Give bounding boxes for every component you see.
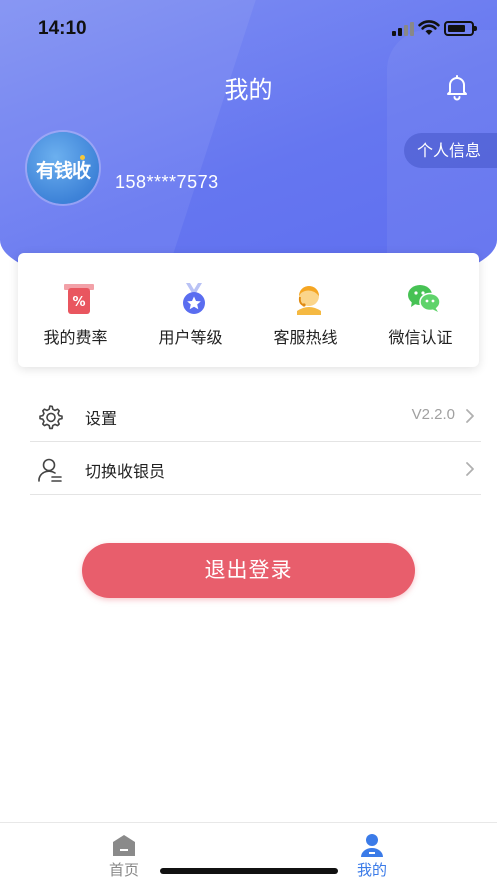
tab-mine[interactable]: 我的 — [312, 823, 432, 883]
quick-action-label: 用户等级 — [158, 328, 223, 347]
home-indicator — [160, 868, 338, 874]
avatar[interactable]: 有钱收 — [27, 132, 99, 204]
status-time: 14:10 — [38, 18, 87, 39]
medal-icon — [183, 283, 205, 314]
quick-action-label: 微信认证 — [388, 328, 453, 347]
menu-item-label: 设置 — [85, 409, 118, 428]
quick-action-level[interactable]: 用户等级 — [133, 253, 248, 367]
quick-action-rate[interactable]: % 我的费率 — [18, 253, 133, 367]
tab-home[interactable]: 首页 — [64, 823, 184, 883]
app-version: V2.2.0 — [411, 406, 455, 423]
menu-item-switch-cashier[interactable]: 切换收银员 — [30, 442, 481, 495]
wifi-icon — [418, 20, 440, 35]
quick-action-wechat[interactable]: 微信认证 — [363, 253, 478, 367]
gear-icon — [39, 405, 63, 430]
menu-item-label: 切换收银员 — [85, 462, 166, 481]
user-icon — [361, 834, 383, 857]
chevron-right-icon — [466, 462, 474, 476]
status-bar: 14:10 — [0, 0, 497, 54]
home-icon — [113, 835, 135, 856]
svg-text:%: % — [72, 295, 85, 310]
logout-button[interactable]: 退出登录 — [82, 543, 415, 598]
quick-actions-card: % 我的费率 用户等级 客服热线 微信认证 — [18, 253, 479, 367]
bell-icon[interactable] — [442, 72, 472, 102]
cellular-signal-icon — [392, 22, 414, 36]
personal-info-button[interactable]: 个人信息 — [404, 133, 497, 168]
user-phone: 158****7573 — [115, 172, 219, 192]
rate-percent-icon: % — [64, 284, 94, 314]
battery-icon — [444, 21, 477, 36]
quick-action-label: 客服热线 — [273, 328, 338, 347]
quick-action-label: 我的费率 — [43, 328, 108, 347]
quick-action-service[interactable]: 客服热线 — [248, 253, 363, 367]
chevron-right-icon — [466, 409, 474, 423]
user-switch-icon — [38, 458, 62, 482]
avatar-logo-text: 有钱收 — [35, 160, 91, 182]
avatar-logo-dot — [80, 155, 85, 160]
customer-service-icon — [297, 286, 321, 315]
wechat-icon — [408, 285, 441, 312]
menu-item-settings[interactable]: 设置 V2.2.0 — [30, 389, 481, 442]
page-title: 我的 — [224, 76, 273, 104]
